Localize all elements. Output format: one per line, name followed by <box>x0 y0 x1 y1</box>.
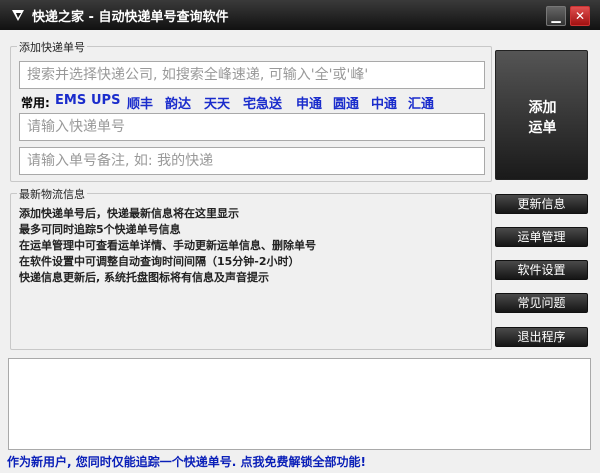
courier-link-zhongtong[interactable]: 中通 <box>371 93 397 112</box>
info-line: 添加快递单号后，快递最新信息将在这里显示 <box>19 207 239 220</box>
unlock-features-link[interactable]: 作为新用户, 您同时仅能追踪一个快递单号. 点我免费解锁全部功能! <box>7 453 366 470</box>
close-button[interactable]: ✕ <box>570 6 590 26</box>
tracking-number-input[interactable]: 请输入快递单号 <box>19 113 485 141</box>
courier-link-shentong[interactable]: 申通 <box>296 93 322 112</box>
exit-program-button[interactable]: 退出程序 <box>495 327 588 347</box>
courier-link-huitong[interactable]: 汇通 <box>408 93 434 112</box>
add-tracking-group: 添加快递单号 搜索并选择快递公司, 如搜索全峰速递, 可输入'全'或'峰' 常用… <box>10 39 492 182</box>
courier-link-shunfeng[interactable]: 顺丰 <box>127 93 153 112</box>
courier-link-ems[interactable]: EMS <box>55 93 86 108</box>
add-tracking-group-label: 添加快递单号 <box>17 39 87 55</box>
latest-info-group-label: 最新物流信息 <box>17 186 87 202</box>
app-window: 快递之家 - 自动快递单号查询软件 ▁ ✕ 添加快递单号 搜索并选择快递公司, … <box>0 0 600 473</box>
app-logo-icon <box>12 10 24 21</box>
window-title: 快递之家 - 自动快递单号查询软件 <box>32 10 229 25</box>
faq-button[interactable]: 常见问题 <box>495 293 588 313</box>
log-text-area[interactable] <box>8 358 591 450</box>
courier-link-tiantian[interactable]: 天天 <box>204 93 230 112</box>
tracking-note-input[interactable]: 请输入单号备注, 如: 我的快递 <box>19 147 485 175</box>
common-couriers-label: 常用: <box>21 96 50 110</box>
courier-link-yunda[interactable]: 韵达 <box>165 93 191 112</box>
courier-link-zhaijisong[interactable]: 宅急送 <box>243 93 282 112</box>
courier-search-input[interactable]: 搜索并选择快递公司, 如搜索全峰速递, 可输入'全'或'峰' <box>19 61 485 89</box>
courier-link-yuantong[interactable]: 圆通 <box>333 93 359 112</box>
update-info-button[interactable]: 更新信息 <box>495 194 588 214</box>
info-line: 在运单管理中可查看运单详情、手动更新运单信息、删除单号 <box>19 239 316 252</box>
info-line: 最多可同时追踪5个快递单号信息 <box>19 223 181 236</box>
courier-link-ups[interactable]: UPS <box>91 93 120 108</box>
common-couriers-row: 常用: EMS UPS 顺丰 韵达 天天 宅急送 申通 圆通 中通 汇通 <box>19 93 489 112</box>
info-line: 快递信息更新后, 系统托盘图标将有信息及声音提示 <box>19 271 270 284</box>
latest-info-group: 最新物流信息 添加快递单号后，快递最新信息将在这里显示 最多可同时追踪5个快递单… <box>10 186 492 350</box>
software-settings-button[interactable]: 软件设置 <box>495 260 588 280</box>
info-line: 在软件设置中可调整自动查询时间间隔（15分钟-2小时） <box>19 255 300 268</box>
add-waybill-label-line1: 添加 <box>528 100 557 116</box>
add-waybill-label-line2: 运单 <box>528 120 557 136</box>
minimize-button[interactable]: ▁ <box>546 6 566 26</box>
add-waybill-button[interactable]: 添加 运单 <box>495 50 588 180</box>
waybill-management-button[interactable]: 运单管理 <box>495 227 588 247</box>
title-bar[interactable]: 快递之家 - 自动快递单号查询软件 ▁ ✕ <box>0 0 600 30</box>
